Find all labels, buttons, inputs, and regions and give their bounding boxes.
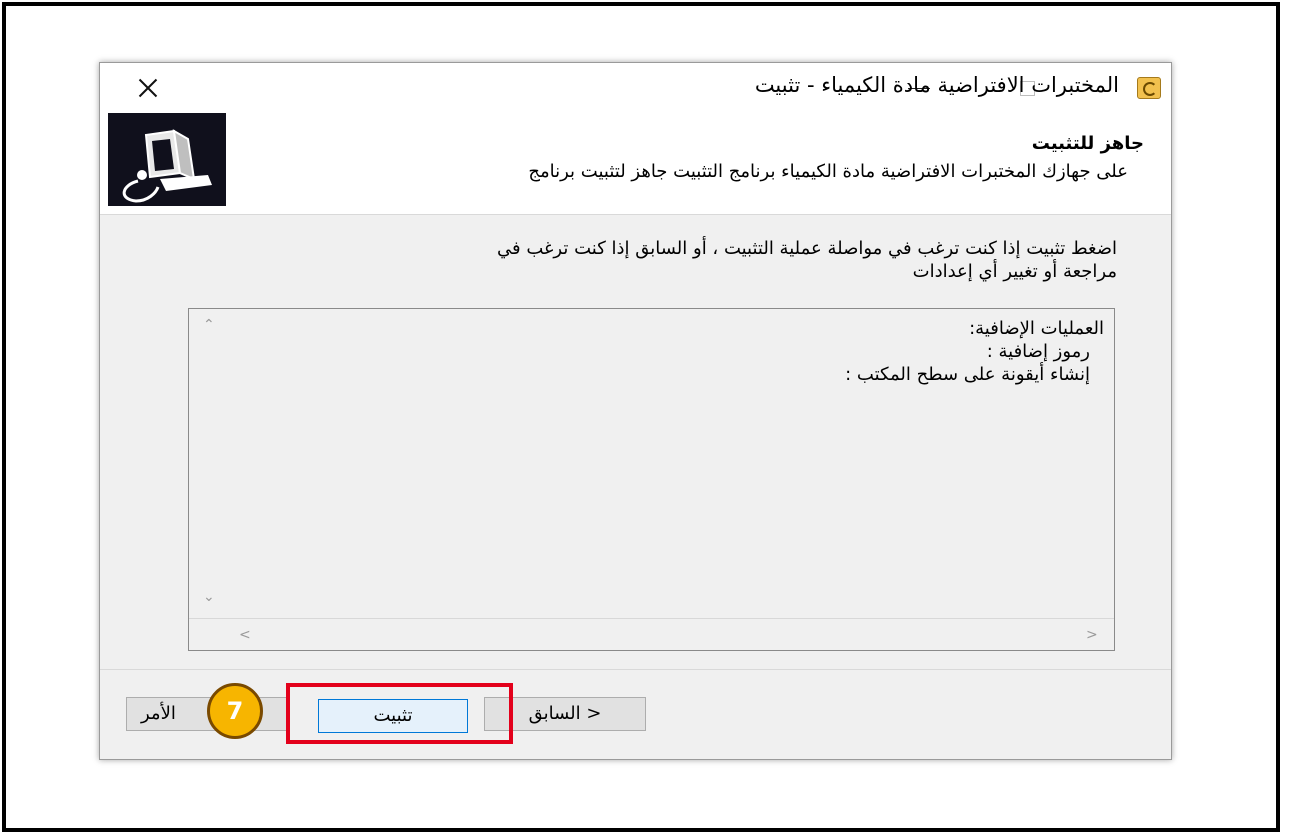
memo-line: العمليات الإضافية: [969,318,1104,339]
scroll-up-icon[interactable]: ⌃ [203,317,215,333]
intro-line: اضغط تثبيت إذا كنت ترغب في مواصلة عملية … [497,238,1117,259]
memo-line: رموز إضافية : [986,341,1090,362]
wizard-header: جاهز للتثبيت على جهازك المختبرات الافترا… [100,113,1171,215]
computer-installer-icon [108,113,226,206]
memo-text: العمليات الإضافية: رموز إضافية : إنشاء أ… [284,317,1104,386]
scroll-right-icon[interactable]: > [1086,627,1098,643]
app-icon [1137,77,1161,99]
window-title: المختبرات الافتراضية مادة الكيمياء - تثب… [754,73,1119,97]
header-title: جاهز للتثبيت [1031,133,1144,154]
intro-line: مراجعة أو تغيير أي إعدادات [912,261,1117,282]
title-bar: المختبرات الافتراضية مادة الكيمياء - تثب… [100,63,1171,113]
installer-window: المختبرات الافتراضية مادة الكيمياء - تثب… [99,62,1172,760]
memo-line: إنشاء أيقونة على سطح المكتب : [845,364,1090,385]
step-highlight-box [286,683,513,744]
step-number-badge: 7 [207,683,263,739]
header-subtitle: على جهازك المختبرات الافتراضية مادة الكي… [528,161,1128,182]
horizontal-scrollbar[interactable] [189,618,1114,619]
wizard-body: اضغط تثبيت إذا كنت ترغب في مواصلة عملية … [100,215,1171,670]
close-icon[interactable] [130,71,166,105]
intro-text: اضغط تثبيت إذا كنت ترغب في مواصلة عملية … [247,237,1117,283]
scroll-left-icon[interactable]: < [239,627,251,643]
summary-memo[interactable]: العمليات الإضافية: رموز إضافية : إنشاء أ… [188,308,1115,651]
scroll-down-icon[interactable]: ⌄ [203,589,215,605]
